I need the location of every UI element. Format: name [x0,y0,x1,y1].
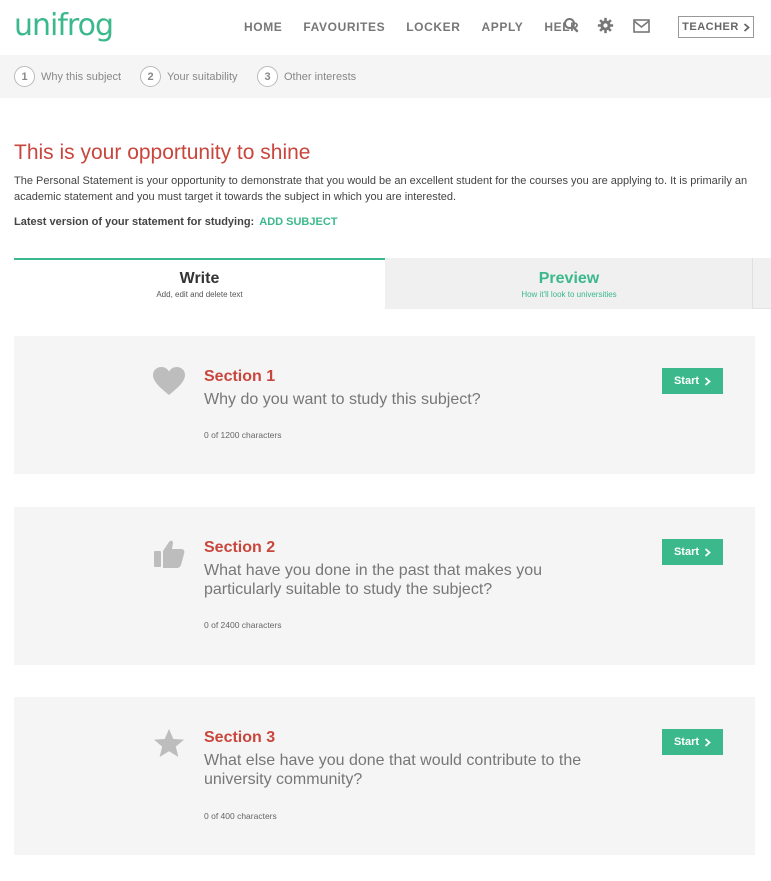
chevron-right-icon [704,547,711,557]
step-your-suitability[interactable]: 2 Your suitability [140,66,238,87]
mail-icon[interactable] [633,19,651,37]
character-count: 0 of 400 characters [204,811,277,821]
section-question: What else have you done that would contr… [204,752,582,788]
chevron-right-icon [704,737,711,747]
nav-apply[interactable]: APPLY [481,20,523,34]
section-question: What have you done in the past that make… [204,562,542,598]
add-subject-link[interactable]: ADD SUBJECT [259,216,337,228]
section-question: Why do you want to study this subject? [204,391,481,408]
star-icon [151,726,187,762]
top-header: unifrog HOME FAVOURITES LOCKER APPLY HEL… [0,0,771,55]
latest-version-label: Latest version of your statement for stu… [14,216,255,228]
step-number: 1 [14,66,35,87]
step-number: 2 [140,66,161,87]
search-icon[interactable] [563,17,581,35]
start-button[interactable]: Start [662,539,723,565]
latest-version-line: Latest version of your statement for stu… [14,216,338,228]
nav-favourites[interactable]: FAVOURITES [303,20,385,34]
page-title: This is your opportunity to shine [14,141,311,164]
section-title: Section 1 [204,368,276,385]
tab-write-subtitle: Add, edit and delete text [156,290,243,299]
tab-write-title: Write [179,270,220,287]
start-label: Start [673,546,700,558]
section-card-2: Section 2 What have you done in the past… [14,507,755,665]
gear-icon[interactable] [597,17,615,35]
nav-home[interactable]: HOME [244,20,282,34]
step-label: Why this subject [41,70,122,83]
start-button[interactable]: Start [662,729,723,755]
section-title: Section 3 [204,729,276,746]
chevron-right-icon [743,22,750,32]
intro-text: The Personal Statement is your opportuni… [14,175,748,203]
tab-preview[interactable]: Preview How it'll look to universities [386,258,753,309]
start-button[interactable]: Start [662,368,723,394]
character-count: 0 of 2400 characters [204,620,282,630]
tab-preview-subtitle: How it'll look to universities [521,290,617,299]
steps-bar: 1 Why this subject 2 Your suitability 3 … [0,55,771,98]
start-label: Start [673,375,700,387]
unifrog-logo[interactable]: unifrog [14,8,114,43]
main-nav: HOME FAVOURITES LOCKER APPLY HELP [244,20,600,34]
teacher-label: TEACHER [682,21,739,33]
thumbs-up-icon [151,537,187,573]
section-card-3: Section 3 What else have you done that w… [14,697,755,855]
step-other-interests[interactable]: 3 Other interests [257,66,356,87]
chevron-right-icon [704,376,711,386]
section-card-1: Section 1 Why do you want to study this … [14,336,755,474]
character-count: 0 of 1200 characters [204,430,282,440]
step-why-this-subject[interactable]: 1 Why this subject [14,66,121,87]
step-label: Your suitability [167,70,238,83]
step-number: 3 [257,66,278,87]
tab-preview-title: Preview [538,270,600,287]
tab-write[interactable]: Write Add, edit and delete text [14,258,385,309]
heart-icon [151,364,187,400]
nav-locker[interactable]: LOCKER [406,20,460,34]
step-label: Other interests [284,70,357,83]
section-title: Section 2 [204,539,276,556]
teacher-button[interactable]: TEACHER [678,16,754,38]
start-label: Start [673,736,700,748]
